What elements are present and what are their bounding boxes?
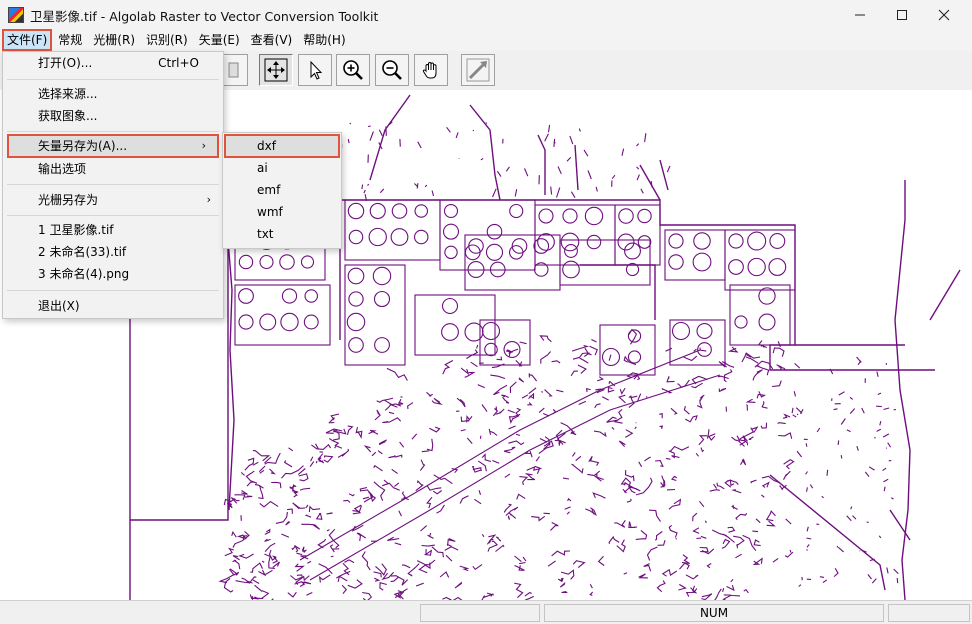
fit-window-button[interactable] [259,54,293,86]
vectorize-icon [466,58,490,82]
status-bar: NUM [0,600,972,624]
pan-hand-icon [422,61,437,79]
menu-select-source[interactable]: 选择来源... [3,83,223,105]
zoom-in-icon [343,60,363,80]
menu-separator [7,215,219,216]
submenu-arrow-icon: › [206,193,211,206]
vectorize-button[interactable] [461,54,495,86]
title-bar: 卫星影像.tif - Algolab Raster to Vector Conv… [0,0,972,29]
open-shortcut: Ctrl+O [158,56,199,70]
menu-acquire-image[interactable]: 获取图象... [3,105,223,127]
menu-vector[interactable]: 矢量(E) [195,30,244,50]
close-button[interactable] [924,0,964,29]
menu-separator [7,184,219,185]
menu-recent-file-2[interactable]: 2 未命名(33).tif [3,241,223,263]
format-ai[interactable]: ai [223,157,341,179]
close-icon [938,9,950,20]
maximize-icon [897,9,907,20]
status-num-indicator: NUM [544,604,884,622]
menu-recent-file-3[interactable]: 3 未命名(4).png [3,263,223,285]
toolbar-partial-button[interactable] [222,54,248,86]
zoom-in-button[interactable] [336,54,370,86]
file-menu-dropdown: 打开(O)... Ctrl+O 选择来源... 获取图象... 矢量另存为(A)… [2,51,224,319]
maximize-button[interactable] [882,0,922,29]
format-txt[interactable]: txt [223,223,341,245]
pointer-icon [310,60,323,80]
menu-help[interactable]: 帮助(H) [299,30,349,50]
vector-format-submenu: dxf ai emf wmf txt [222,132,342,249]
format-wmf[interactable]: wmf [223,201,341,223]
menu-recognize[interactable]: 识别(R) [142,30,192,50]
select-tool-button[interactable] [298,54,332,86]
status-pane-blank [420,604,540,622]
menu-separator [7,79,219,80]
zoom-out-button[interactable] [375,54,409,86]
menu-exit[interactable]: 退出(X) [3,295,223,317]
format-emf[interactable]: emf [223,179,341,201]
menu-output-options[interactable]: 输出选项 [3,158,223,180]
menu-bar: 文件(F) 常规 光栅(R) 识别(R) 矢量(E) 查看(V) 帮助(H) [0,29,972,51]
menu-view[interactable]: 查看(V) [247,30,297,50]
menu-separator [7,290,219,291]
menu-raster[interactable]: 光栅(R) [89,30,139,50]
status-pane-right [888,604,970,622]
page-icon [228,62,238,78]
zoom-out-icon [382,60,402,80]
menu-save-vector-as[interactable]: 矢量另存为(A)... › [7,134,219,158]
pan-button[interactable] [414,54,448,86]
menu-open[interactable]: 打开(O)... Ctrl+O [3,52,223,74]
submenu-arrow-icon: › [201,139,206,152]
window-title: 卫星影像.tif - Algolab Raster to Vector Conv… [30,9,379,24]
menu-file[interactable]: 文件(F) [1,29,53,51]
menu-save-raster-as[interactable]: 光栅另存为 › [3,189,223,211]
minimize-icon [855,14,865,15]
menu-general[interactable]: 常规 [54,30,86,50]
app-icon[interactable] [8,7,24,23]
minimize-button[interactable] [840,0,880,29]
menu-recent-file-1[interactable]: 1 卫星影像.tif [3,219,223,241]
fit-window-icon [264,58,288,82]
format-dxf[interactable]: dxf [224,134,340,158]
menu-separator [7,131,219,132]
